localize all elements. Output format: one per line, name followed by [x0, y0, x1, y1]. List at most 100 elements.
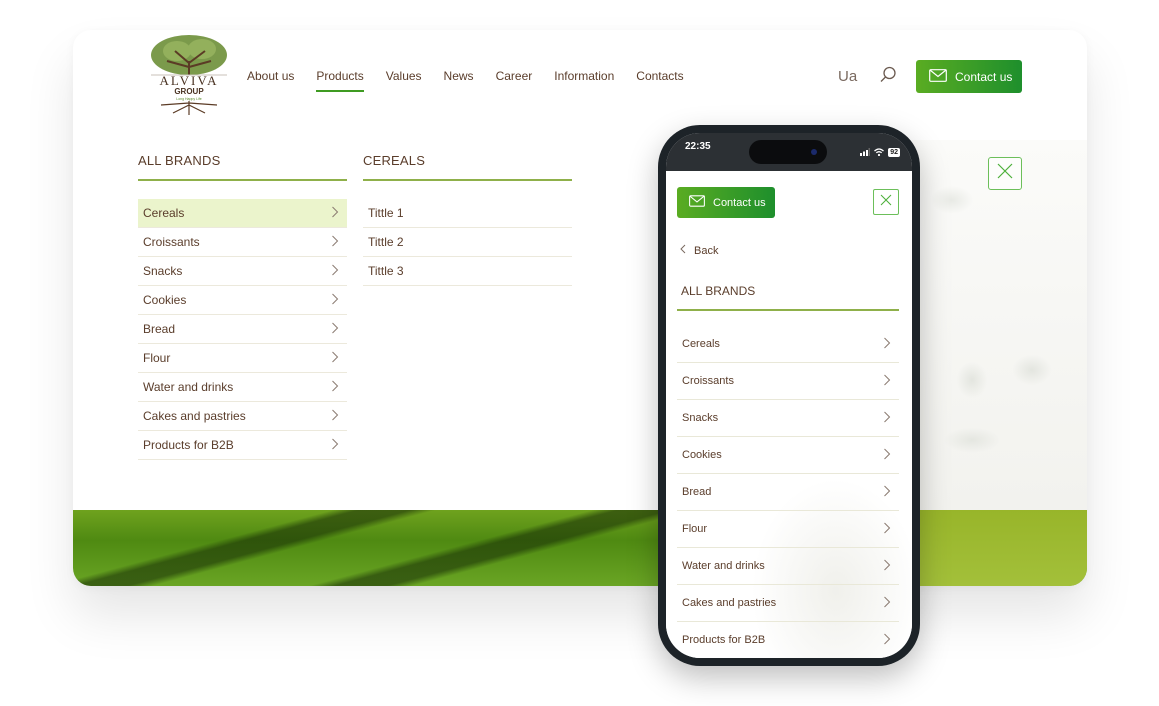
cereals-column: CEREALS Tittle 1 Tittle 2 Tittle 3: [363, 153, 572, 286]
chevron-right-icon: [331, 322, 339, 337]
contact-us-button[interactable]: Contact us: [916, 60, 1022, 93]
chevron-right-icon: [883, 411, 891, 426]
mobile-brand-item-label: Flour: [682, 523, 708, 535]
mobile-brand-item[interactable]: Bread: [677, 474, 899, 511]
chevron-right-icon: [331, 438, 339, 453]
language-switch[interactable]: Ua: [838, 68, 857, 85]
cereals-title: CEREALS: [363, 153, 572, 181]
chevron-right-icon: [883, 448, 891, 463]
svg-text:GROUP: GROUP: [174, 87, 204, 96]
brand-item[interactable]: Flour: [138, 344, 347, 373]
nav-values[interactable]: Values: [386, 69, 422, 83]
mobile-brand-item-label: Cereals: [682, 338, 720, 350]
mobile-brand-item-label: Products for B2B: [682, 634, 766, 646]
brand-item[interactable]: Cereals: [138, 199, 347, 228]
grass-hero-image: [73, 510, 1087, 586]
dynamic-island: [749, 140, 827, 164]
contact-us-label: Contact us: [955, 69, 1013, 84]
chevron-right-icon: [331, 206, 339, 221]
mobile-all-brands-title: ALL BRANDS: [677, 284, 899, 311]
search-icon[interactable]: [879, 66, 897, 84]
all-brands-column: ALL BRANDS Cereals Croissants Snacks Cookie…: [138, 153, 347, 460]
mobile-brand-item[interactable]: Water and drinks: [677, 548, 899, 585]
chevron-right-icon: [331, 351, 339, 366]
nav-career[interactable]: Career: [496, 69, 533, 83]
mobile-brand-item-label: Cookies: [682, 449, 722, 461]
nav-information[interactable]: Information: [554, 69, 614, 83]
chevron-right-icon: [883, 522, 891, 537]
cereal-sub-item[interactable]: Tittle 1: [363, 199, 572, 228]
nav-about-us[interactable]: About us: [247, 69, 294, 83]
close-menu-button[interactable]: [988, 157, 1022, 190]
cereal-sub-item-label: Tittle 1: [368, 206, 404, 220]
brand-item[interactable]: Croissants: [138, 228, 347, 257]
chevron-right-icon: [883, 485, 891, 500]
nav-news[interactable]: News: [444, 69, 474, 83]
svg-text:ALVIVA: ALVIVA: [160, 73, 219, 88]
mobile-brand-item[interactable]: Cakes and pastries: [677, 585, 899, 622]
mobile-brand-item-label: Croissants: [682, 375, 734, 387]
mobile-contact-us-label: Contact us: [713, 196, 766, 209]
brands-list: Cereals Croissants Snacks Cookies Bread Flour…: [138, 199, 347, 460]
nav-products[interactable]: Products: [316, 69, 365, 92]
brand-item[interactable]: Cookies: [138, 286, 347, 315]
mail-icon: [929, 68, 947, 85]
tree-illustration-background: [912, 140, 1087, 512]
mobile-brand-item[interactable]: Products for B2B: [677, 622, 899, 658]
mobile-close-button[interactable]: [873, 189, 899, 215]
mobile-brand-item-label: Water and drinks: [682, 560, 765, 572]
phone-screen: 22:35 92 Contact us Back ALL BRANDS Cere…: [666, 133, 912, 658]
status-time: 22:35: [685, 141, 711, 152]
main-nav: About us Products Values News Career Inf…: [247, 69, 706, 92]
brand-item[interactable]: Snacks: [138, 257, 347, 286]
brand-item-label: Snacks: [143, 264, 183, 278]
chevron-right-icon: [331, 235, 339, 250]
mobile-contact-us-button[interactable]: Contact us: [677, 187, 775, 218]
nav-contacts[interactable]: Contacts: [636, 69, 683, 83]
cereal-sub-item-label: Tittle 3: [368, 264, 404, 278]
brand-item[interactable]: Water and drinks: [138, 373, 347, 402]
chevron-left-icon: [680, 244, 686, 257]
chevron-right-icon: [883, 596, 891, 611]
chevron-right-icon: [883, 374, 891, 389]
mobile-brand-item-label: Cakes and pastries: [682, 597, 777, 609]
brand-item[interactable]: Products for B2B: [138, 431, 347, 460]
chevron-right-icon: [331, 380, 339, 395]
status-bar: 22:35 92: [666, 133, 912, 171]
brand-item-label: Flour: [143, 351, 171, 365]
close-icon: [997, 163, 1013, 184]
cereals-list: Tittle 1 Tittle 2 Tittle 3: [363, 199, 572, 286]
chevron-right-icon: [883, 559, 891, 574]
brand-item-label: Bread: [143, 322, 176, 336]
brand-item[interactable]: Bread: [138, 315, 347, 344]
alviva-logo[interactable]: ALVIVA GROUP Long Happy Life: [147, 33, 231, 117]
chevron-right-icon: [331, 293, 339, 308]
battery-indicator: 92: [888, 147, 900, 157]
brand-item[interactable]: Cakes and pastries: [138, 402, 347, 431]
brand-item-label: Water and drinks: [143, 380, 234, 394]
mail-icon: [689, 195, 705, 210]
cereal-sub-item[interactable]: Tittle 2: [363, 228, 572, 257]
brand-item-label: Croissants: [143, 235, 200, 249]
mobile-brand-item[interactable]: Flour: [677, 511, 899, 548]
brand-item-label: Products for B2B: [143, 438, 234, 452]
chevron-right-icon: [883, 337, 891, 352]
mobile-brand-item[interactable]: Snacks: [677, 400, 899, 437]
all-brands-title: ALL BRANDS: [138, 153, 347, 181]
cereal-sub-item[interactable]: Tittle 3: [363, 257, 572, 286]
mobile-brand-item-label: Bread: [682, 486, 712, 498]
mobile-brands-list: Cereals Croissants Snacks Cookies Bread Flour…: [677, 326, 899, 658]
close-icon: [880, 193, 892, 211]
chevron-right-icon: [331, 264, 339, 279]
mobile-brand-item[interactable]: Cookies: [677, 437, 899, 474]
mobile-brand-item[interactable]: Cereals: [677, 326, 899, 363]
chevron-right-icon: [883, 633, 891, 648]
wifi-icon: [874, 143, 885, 161]
back-label: Back: [694, 244, 719, 257]
phone-mockup: 22:35 92 Contact us Back ALL BRANDS Cere…: [658, 125, 920, 666]
mobile-brand-item[interactable]: Croissants: [677, 363, 899, 400]
back-button[interactable]: Back: [680, 244, 718, 257]
brand-item-label: Cereals: [143, 206, 185, 220]
brand-item-label: Cookies: [143, 293, 187, 307]
signal-icon: [860, 143, 871, 161]
